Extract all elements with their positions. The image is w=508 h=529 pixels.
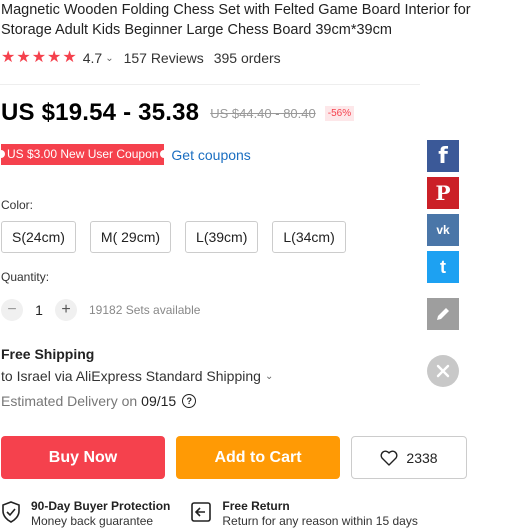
star-icon: ★ <box>1 49 16 66</box>
rating-row: ★ ★ ★ ★ ★ 4.7 ⌄ 157 Reviews 395 orders <box>1 48 281 68</box>
pinterest-share-button[interactable]: P <box>427 177 459 209</box>
buy-now-button[interactable]: Buy Now <box>1 436 165 479</box>
stock-available: 19182 Sets available <box>89 303 201 317</box>
star-icon: ★ <box>31 49 47 66</box>
shipping-destination-text[interactable]: to Israel via AliExpress Standard Shippi… <box>1 368 261 384</box>
edit-button[interactable] <box>427 298 459 330</box>
return-icon <box>191 502 212 522</box>
quantity-value[interactable]: 1 <box>23 302 55 318</box>
quantity-stepper: − 1 + 19182 Sets available <box>1 299 200 321</box>
guarantees: 90-Day Buyer Protection Money back guara… <box>1 499 438 529</box>
divider <box>0 84 420 85</box>
buyer-protection-title: 90-Day Buyer Protection <box>31 499 171 513</box>
add-to-cart-button[interactable]: Add to Cart <box>176 436 340 479</box>
close-icon <box>436 364 450 378</box>
get-coupons-link[interactable]: Get coupons <box>171 147 250 163</box>
shipping-title: Free Shipping <box>1 346 95 362</box>
coupon-row: US $3.00 New User Coupon Get coupons <box>0 144 251 165</box>
increase-button[interactable]: + <box>55 299 77 321</box>
product-title: Magnetic Wooden Folding Chess Set with F… <box>1 2 471 38</box>
vk-share-button[interactable]: vk <box>427 214 459 246</box>
original-price: US $44.40 - 80.40 <box>210 105 316 121</box>
chevron-down-icon[interactable]: ⌄ <box>265 371 273 382</box>
delivery-date: 09/15 <box>141 393 177 409</box>
color-option-l39[interactable]: L(39cm) <box>185 221 259 253</box>
reviews-link[interactable]: 157 Reviews <box>124 50 204 66</box>
star-icon: ★ <box>62 49 77 66</box>
free-return-title: Free Return <box>222 499 290 513</box>
star-icon: ★ <box>16 49 31 66</box>
twitter-share-button[interactable]: t <box>427 251 459 283</box>
color-option-l34[interactable]: L(34cm) <box>272 221 346 253</box>
pencil-icon <box>437 308 449 320</box>
coupon-badge[interactable]: US $3.00 New User Coupon <box>0 144 169 165</box>
heart-icon <box>380 450 398 466</box>
estimated-delivery-label: Estimated Delivery on <box>1 393 138 409</box>
current-price: US $19.54 - 35.38 <box>1 99 200 126</box>
color-label: Color: <box>1 198 34 212</box>
wishlist-button[interactable]: 2338 <box>351 436 467 479</box>
wishlist-count: 2338 <box>406 449 438 466</box>
buyer-protection[interactable]: 90-Day Buyer Protection Money back guara… <box>1 499 170 529</box>
decrease-button[interactable]: − <box>1 299 23 321</box>
orders-count: 395 orders <box>213 50 281 66</box>
close-button[interactable] <box>427 355 459 387</box>
free-return[interactable]: Free Return Return for any reason within… <box>190 499 418 529</box>
action-buttons: Buy Now Add to Cart 2338 <box>1 436 467 479</box>
quantity-label: Quantity: <box>1 270 50 284</box>
price-row: US $19.54 - 35.38 US $44.40 - 80.40 -56% <box>1 99 355 127</box>
rating-value[interactable]: 4.7 <box>83 50 102 66</box>
chevron-down-icon[interactable]: ⌄ <box>105 53 113 64</box>
shipping-destination[interactable]: to Israel via AliExpress Standard Shippi… <box>1 368 273 384</box>
color-option-m[interactable]: M( 29cm) <box>89 221 172 253</box>
free-return-subtitle: Return for any reason within 15 days <box>222 514 418 528</box>
color-option-s[interactable]: S(24cm) <box>1 221 76 253</box>
buyer-protection-subtitle: Money back guarantee <box>31 514 154 528</box>
help-icon[interactable]: ? <box>182 394 197 408</box>
rating-stars: ★ ★ ★ ★ ★ <box>1 50 77 66</box>
star-icon: ★ <box>47 49 62 66</box>
discount-badge: -56% <box>324 105 355 121</box>
facebook-share-button[interactable]: f <box>427 140 459 172</box>
color-options: S(24cm) M( 29cm) L(39cm) L(34cm) <box>1 221 346 253</box>
estimated-delivery: Estimated Delivery on 09/15 ? <box>1 393 197 409</box>
shield-icon <box>2 501 20 523</box>
